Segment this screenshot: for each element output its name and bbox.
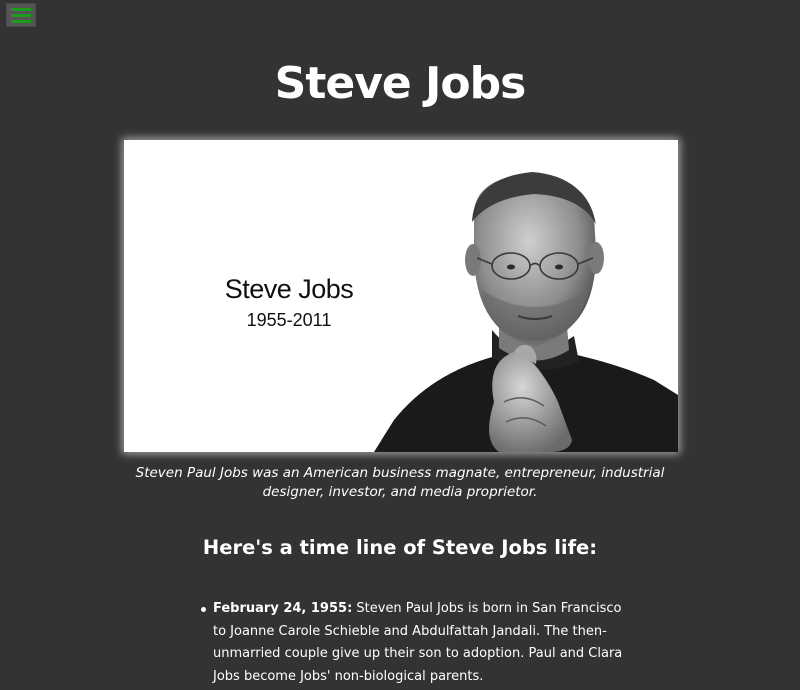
hamburger-menu-icon (11, 7, 31, 11)
menu-button[interactable] (6, 3, 36, 27)
hero-caption: Steven Paul Jobs was an American busines… (135, 465, 665, 500)
timeline-heading: Here's a time line of Steve Jobs life: (202, 536, 598, 559)
timeline-item: February 24, 1955: Steven Paul Jobs is b… (201, 598, 633, 688)
timeline-item-date: February 24, 1955: (213, 601, 353, 616)
timeline-list: February 24, 1955: Steven Paul Jobs is b… (201, 598, 633, 688)
page-title: Steve Jobs (274, 58, 527, 109)
hamburger-menu-icon-bar (11, 19, 31, 23)
steve-jobs-portrait (374, 172, 678, 452)
hamburger-menu-icon-bar (11, 13, 31, 17)
hero-image: Steve Jobs 1955-2011 (124, 140, 678, 452)
